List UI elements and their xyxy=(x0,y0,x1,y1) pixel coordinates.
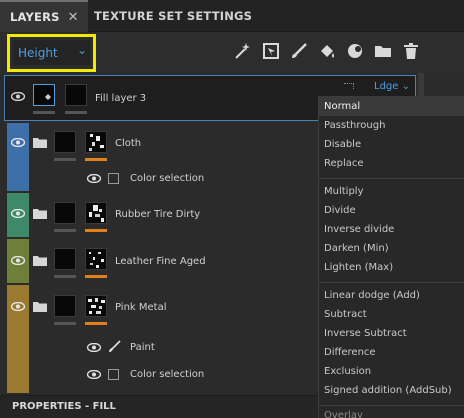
blend-mode-darken[interactable]: Darken (Min) xyxy=(324,243,389,254)
thumb-indicator xyxy=(33,111,55,114)
blend-mode-multiply[interactable]: Multiply xyxy=(324,186,364,197)
folder-icon xyxy=(33,256,47,266)
folder-icon xyxy=(33,302,47,312)
fill-bucket-icon[interactable] xyxy=(318,42,336,60)
layer-name: Cloth xyxy=(115,138,142,149)
blend-mode-passthrough[interactable]: Passthrough xyxy=(324,120,385,131)
highlight-box xyxy=(7,34,96,72)
properties-title: PROPERTIES - FILL xyxy=(12,401,116,412)
effect-name: Paint xyxy=(130,342,155,353)
folder-icon[interactable] xyxy=(374,42,392,60)
tab-texture-set-settings-label: TEXTURE SET SETTINGS xyxy=(94,9,253,23)
panel-tabs: LAYERS ✕ TEXTURE SET SETTINGS xyxy=(0,0,464,32)
fill-thumbnail[interactable] xyxy=(33,84,55,106)
blend-mode-inverse-divide[interactable]: Inverse divide xyxy=(324,224,394,235)
blend-mode-lighten[interactable]: Lighten (Max) xyxy=(324,262,393,273)
mask-thumbnail[interactable] xyxy=(65,84,87,106)
mask-pattern xyxy=(89,205,104,222)
blend-mode-exclusion[interactable]: Exclusion xyxy=(324,366,371,377)
menu-divider xyxy=(319,405,464,406)
mask-thumbnail[interactable] xyxy=(85,131,107,153)
eye-icon[interactable] xyxy=(87,370,101,379)
mask-indicator xyxy=(85,158,107,161)
blend-mode-normal[interactable]: Normal xyxy=(324,101,360,112)
properties-header: PROPERTIES - FILL xyxy=(0,395,318,418)
folder-icon xyxy=(33,209,47,219)
tab-texture-set-settings[interactable]: TEXTURE SET SETTINGS xyxy=(94,0,252,32)
trash-icon[interactable] xyxy=(402,42,420,60)
eye-icon[interactable] xyxy=(11,302,25,311)
layer-thumbnail[interactable] xyxy=(54,131,76,153)
blend-mode-divide[interactable]: Divide xyxy=(324,205,356,216)
menu-divider xyxy=(319,178,464,179)
layer-thumbnail[interactable] xyxy=(54,248,76,270)
checkbox-icon[interactable] xyxy=(108,369,119,380)
tab-layers-label: LAYERS xyxy=(10,10,60,24)
mask-indicator xyxy=(85,275,107,278)
layer-name: Pink Metal xyxy=(115,302,167,313)
layer-name: Leather Fine Aged xyxy=(115,256,206,267)
layer-name: Fill layer 3 xyxy=(95,93,147,104)
fill-bucket-icon xyxy=(45,94,51,100)
blend-mode-linear-dodge[interactable]: Linear dodge (Add) xyxy=(324,290,420,301)
mask-thumbnail[interactable] xyxy=(85,248,107,270)
blend-mode-replace[interactable]: Replace xyxy=(324,158,364,169)
close-icon[interactable]: ✕ xyxy=(68,10,79,25)
mask-thumbnail[interactable] xyxy=(85,202,107,224)
blend-mode-value: Ldge xyxy=(374,81,399,92)
tab-layers[interactable]: LAYERS ✕ xyxy=(0,0,88,32)
smart-material-icon[interactable] xyxy=(346,42,364,60)
mask-pattern xyxy=(89,134,104,151)
mask-pattern xyxy=(89,252,104,268)
thumb-indicator xyxy=(54,275,76,278)
blend-mode-overlay[interactable]: Overlay xyxy=(324,410,363,418)
layer-thumbnail[interactable] xyxy=(54,295,76,317)
eye-icon[interactable] xyxy=(11,92,25,101)
blend-mode-difference[interactable]: Difference xyxy=(324,347,376,358)
chevron-down-icon: ⌄ xyxy=(401,81,410,92)
blend-mode-subtract[interactable]: Subtract xyxy=(324,309,367,320)
blend-mode-select[interactable]: Ldge ⌄ xyxy=(374,81,410,92)
layer-thumbnail[interactable] xyxy=(54,202,76,224)
menu-divider xyxy=(319,282,464,283)
mask-indicator xyxy=(85,322,107,325)
folder-icon xyxy=(33,138,47,148)
blend-mode-inverse-subtract[interactable]: Inverse Subtract xyxy=(324,328,407,339)
mask-icon[interactable] xyxy=(262,42,280,60)
dotted-connector xyxy=(344,83,354,89)
blend-mode-disable[interactable]: Disable xyxy=(324,139,361,150)
magic-wand-icon[interactable] xyxy=(233,42,251,60)
eye-icon[interactable] xyxy=(11,138,25,147)
thumb-indicator xyxy=(54,229,76,232)
effect-name: Color selection xyxy=(130,369,205,380)
checkbox-icon[interactable] xyxy=(108,173,119,184)
layer-name: Rubber Tire Dirty xyxy=(115,209,201,220)
eye-icon[interactable] xyxy=(87,343,101,352)
mask-indicator xyxy=(85,229,107,232)
mask-thumbnail[interactable] xyxy=(85,295,107,317)
thumb-indicator xyxy=(54,158,76,161)
blend-mode-signed-addition[interactable]: Signed addition (AddSub) xyxy=(324,385,452,396)
thumb-indicator xyxy=(65,111,87,114)
eye-icon[interactable] xyxy=(11,256,25,265)
eye-icon[interactable] xyxy=(11,209,25,218)
eye-icon[interactable] xyxy=(87,174,101,183)
paint-brush-icon xyxy=(109,340,121,352)
blend-mode-dropdown: Normal Passthrough Disable Replace Multi… xyxy=(318,96,464,418)
thumb-indicator xyxy=(54,322,76,325)
effect-name: Color selection xyxy=(130,173,205,184)
mask-pattern xyxy=(88,298,105,314)
paint-brush-icon[interactable] xyxy=(290,42,308,60)
